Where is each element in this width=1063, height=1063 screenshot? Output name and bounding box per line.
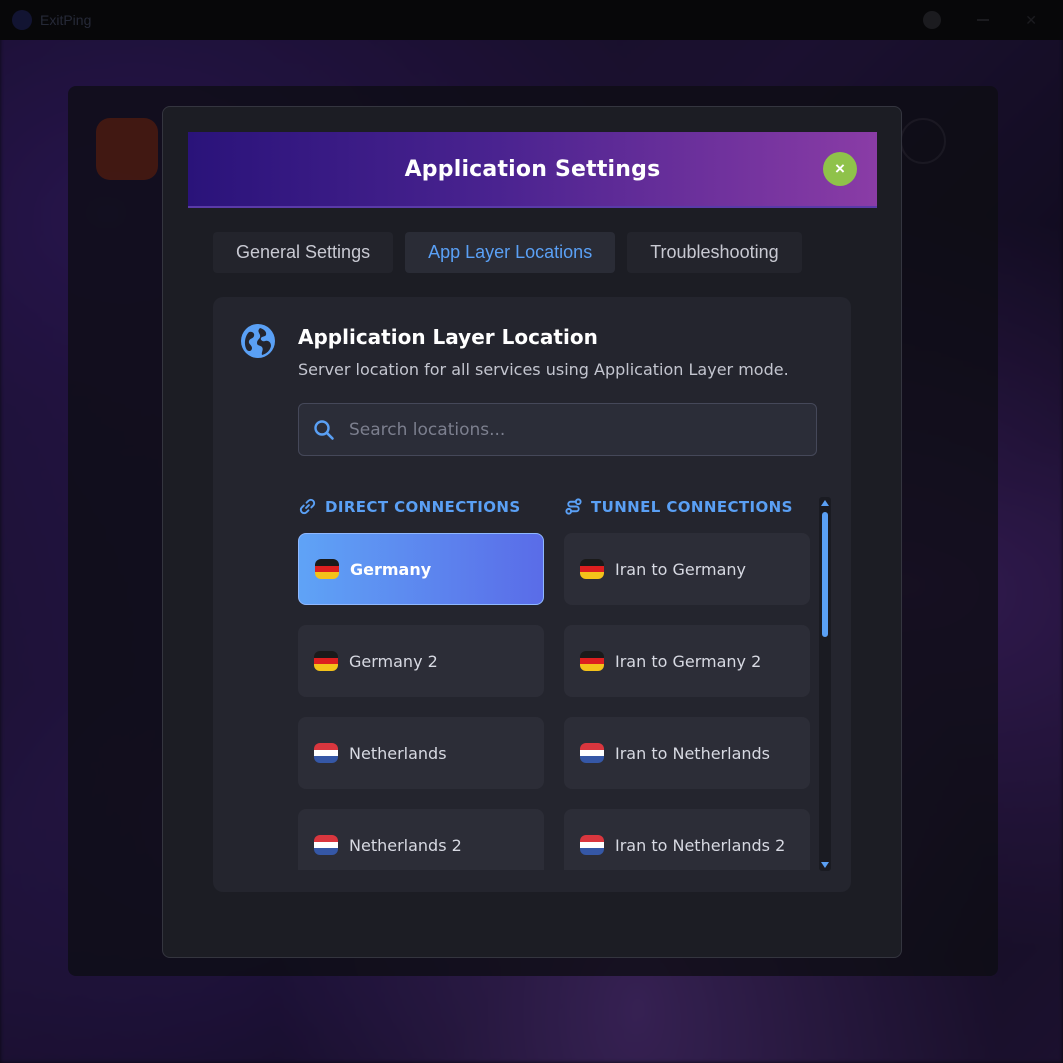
direct-connections-heading: DIRECT CONNECTIONS [298,497,521,516]
location-germany[interactable]: Germany [298,533,544,605]
location-search [298,403,817,456]
location-netherlands-2[interactable]: Netherlands 2 [298,809,544,870]
scrollbar-thumb[interactable] [822,512,828,637]
tunnel-connections-heading: TUNNEL CONNECTIONS [564,497,793,516]
flag-de-icon [314,651,338,671]
modal-title: Application Settings [404,156,661,182]
location-iran-to-germany-2[interactable]: Iran to Germany 2 [564,625,810,697]
location-label: Germany [350,559,432,579]
location-netherlands[interactable]: Netherlands [298,717,544,789]
tunnel-connections-list: Iran to Germany Iran to Germany 2 Iran t… [564,533,810,870]
scroll-down-arrow-icon[interactable] [821,862,829,868]
scroll-up-arrow-icon[interactable] [821,500,829,506]
location-label: Netherlands 2 [349,835,462,855]
route-icon [565,498,582,515]
search-icon [314,419,334,440]
location-label: Netherlands [349,743,447,763]
location-panel: Application Layer Location Server locati… [213,297,851,892]
tab-app-layer-locations[interactable]: App Layer Locations [405,232,616,273]
location-label: Iran to Netherlands [615,743,771,763]
location-germany-2[interactable]: Germany 2 [298,625,544,697]
location-list: Germany Germany 2 Netherlands Netherland… [298,533,810,870]
link-icon [299,498,316,515]
flag-nl-icon [314,835,338,855]
search-input[interactable] [349,404,816,455]
flag-nl-icon [580,835,604,855]
flag-nl-icon [580,743,604,763]
direct-connections-list: Germany Germany 2 Netherlands Netherland… [298,533,544,870]
location-iran-to-netherlands-2[interactable]: Iran to Netherlands 2 [564,809,810,870]
settings-tabs: General Settings App Layer Locations Tro… [213,232,802,273]
settings-modal: Application Settings × General Settings … [162,106,902,958]
tunnel-connections-label: TUNNEL CONNECTIONS [591,497,793,516]
close-button[interactable]: × [823,152,857,186]
panel-subtitle: Server location for all services using A… [298,360,789,379]
flag-de-icon [315,559,339,579]
modal-header: Application Settings × [188,132,877,208]
flag-de-icon [580,651,604,671]
location-iran-to-germany[interactable]: Iran to Germany [564,533,810,605]
location-label: Iran to Germany 2 [615,651,762,671]
direct-connections-label: DIRECT CONNECTIONS [325,497,521,516]
tab-troubleshooting[interactable]: Troubleshooting [627,232,802,273]
location-label: Germany 2 [349,651,438,671]
globe-icon [241,324,275,358]
location-iran-to-netherlands[interactable]: Iran to Netherlands [564,717,810,789]
tab-general-settings[interactable]: General Settings [213,232,394,273]
location-label: Iran to Netherlands 2 [615,835,786,855]
flag-de-icon [580,559,604,579]
panel-title: Application Layer Location [298,325,598,349]
location-label: Iran to Germany [615,559,747,579]
location-list-scrollbar[interactable] [819,497,831,871]
flag-nl-icon [314,743,338,763]
